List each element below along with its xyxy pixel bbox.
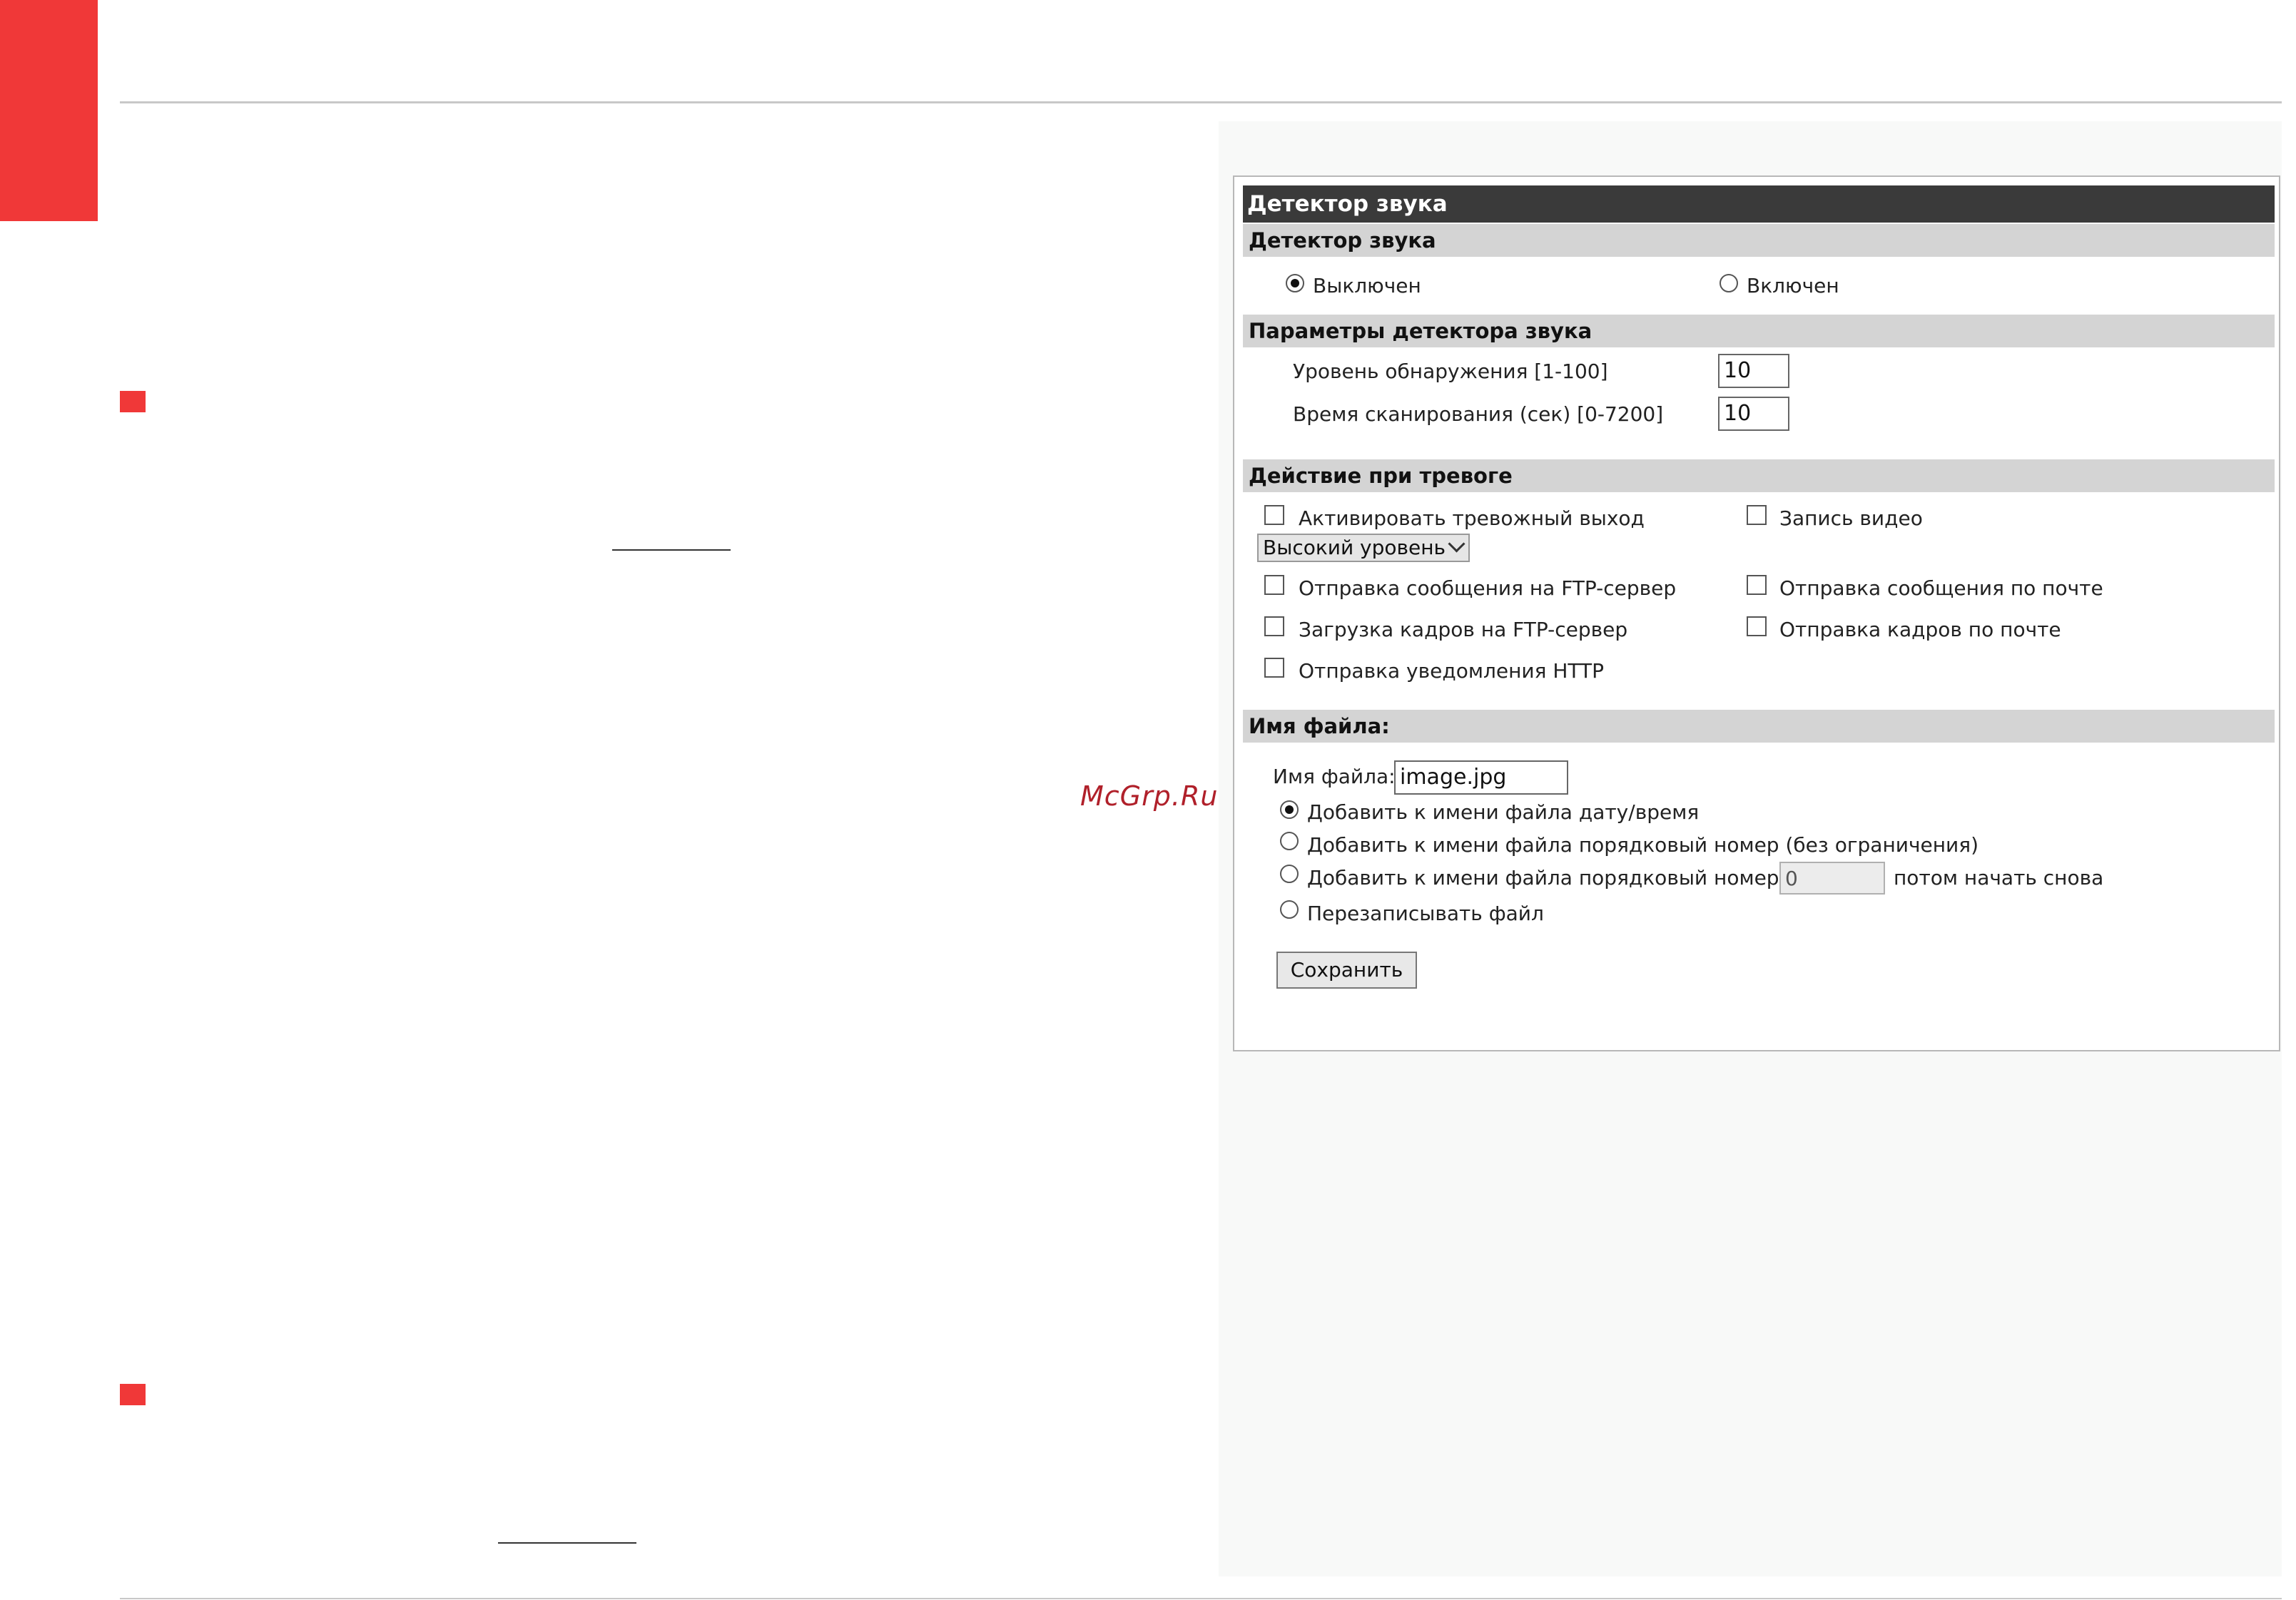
scan-time-input[interactable]: 10 xyxy=(1718,397,1789,431)
sequence-max-input[interactable]: 0 xyxy=(1779,862,1885,895)
http-notify-checkbox[interactable] xyxy=(1264,658,1284,678)
section-marker-2 xyxy=(120,1384,146,1405)
top-divider xyxy=(120,101,2282,103)
underline-1 xyxy=(612,549,731,551)
filename-label: Имя файла: xyxy=(1273,765,1396,788)
save-button[interactable]: Сохранить xyxy=(1276,952,1417,989)
record-video-label: Запись видео xyxy=(1779,506,1923,530)
detector-section-header: Детектор звука xyxy=(1243,224,2275,257)
datetime-label: Добавить к имени файла дату/время xyxy=(1307,800,1700,824)
sequence-to-radio[interactable] xyxy=(1280,865,1299,883)
scan-time-label: Время сканирования (сек) [0-7200] xyxy=(1293,402,1664,426)
level-select[interactable]: Высокий уровень xyxy=(1257,534,1470,562)
alarm-output-checkbox[interactable] xyxy=(1264,505,1284,525)
alarm-section-header: Действие при тревоге xyxy=(1243,459,2275,492)
detector-on-radio[interactable] xyxy=(1720,274,1738,292)
section-marker-1 xyxy=(120,391,146,412)
ftp-frames-checkbox[interactable] xyxy=(1264,616,1284,636)
ftp-frames-label: Загрузка кадров на FTP-сервер xyxy=(1299,618,1628,641)
email-message-label: Отправка сообщения по почте xyxy=(1779,576,2103,600)
email-message-checkbox[interactable] xyxy=(1747,575,1767,595)
level-input[interactable]: 10 xyxy=(1718,354,1789,388)
datetime-radio[interactable] xyxy=(1280,800,1299,819)
record-video-checkbox[interactable] xyxy=(1747,505,1767,525)
file-section-header: Имя файла: xyxy=(1243,710,2275,743)
alarm-output-label: Активировать тревожный выход xyxy=(1299,506,1645,530)
overwrite-radio[interactable] xyxy=(1280,900,1299,919)
underline-2 xyxy=(498,1542,636,1544)
detector-off-label: Выключен xyxy=(1313,274,1421,297)
bottom-divider xyxy=(120,1598,2282,1599)
sequence-label: Добавить к имени файла порядковый номер … xyxy=(1307,833,1979,857)
sequence-suffix-label: потом начать снова xyxy=(1894,866,2104,890)
overwrite-label: Перезаписывать файл xyxy=(1307,902,1544,925)
sequence-to-label: Добавить к имени файла порядковый номер … xyxy=(1307,866,1812,890)
red-corner-tab xyxy=(0,0,98,221)
level-label: Уровень обнаружения [1-100] xyxy=(1293,360,1608,383)
email-frames-label: Отправка кадров по почте xyxy=(1779,618,2061,641)
detector-off-radio[interactable] xyxy=(1286,274,1304,292)
level-select-value: Высокий уровень xyxy=(1263,536,1446,559)
detector-on-label: Включен xyxy=(1747,274,1839,297)
filename-input[interactable]: image.jpg xyxy=(1394,760,1568,795)
params-section-header: Параметры детектора звука xyxy=(1243,315,2275,347)
sequence-radio[interactable] xyxy=(1280,832,1299,850)
chevron-down-icon xyxy=(1448,535,1466,553)
watermark: McGrp.Ru xyxy=(1080,780,1219,812)
email-frames-checkbox[interactable] xyxy=(1747,616,1767,636)
panel-title: Детектор звука xyxy=(1243,185,2275,223)
ftp-message-checkbox[interactable] xyxy=(1264,575,1284,595)
http-notify-label: Отправка уведомления HTTP xyxy=(1299,659,1604,683)
ftp-message-label: Отправка сообщения на FTP-сервер xyxy=(1299,576,1677,600)
